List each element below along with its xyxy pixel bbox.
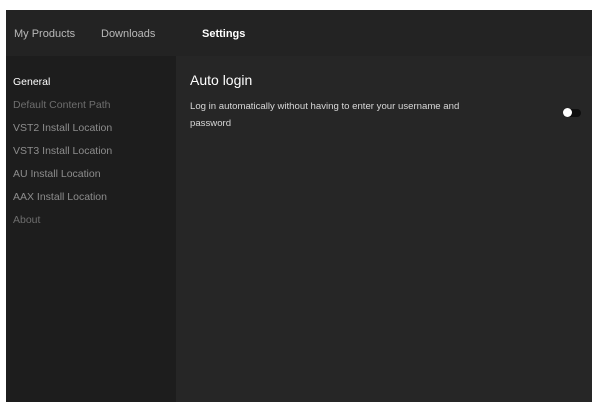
sidebar-item-about[interactable]: About	[13, 214, 40, 226]
sidebar-item-aax-install-location[interactable]: AAX Install Location	[13, 191, 107, 203]
tab-downloads[interactable]: Downloads	[101, 28, 155, 40]
sidebar-item-au-install-location[interactable]: AU Install Location	[13, 168, 101, 180]
sidebar-item-default-content-path[interactable]: Default Content Path	[13, 99, 110, 111]
sidebar-item-general[interactable]: General	[13, 76, 50, 88]
section-title: Auto login	[190, 72, 253, 88]
tab-settings[interactable]: Settings	[202, 28, 245, 40]
auto-login-description: Log in automatically without having to e…	[190, 101, 460, 129]
tab-my-products[interactable]: My Products	[14, 28, 75, 40]
sidebar-item-vst2-install-location[interactable]: VST2 Install Location	[13, 122, 112, 134]
sidebar-item-vst3-install-location[interactable]: VST3 Install Location	[13, 145, 112, 157]
top-navigation: My Products Downloads Settings	[6, 10, 592, 56]
app-window: My Products Downloads Settings General D…	[6, 10, 592, 402]
settings-content: Auto login Log in automatically without …	[190, 56, 592, 402]
auto-login-toggle[interactable]	[563, 108, 581, 117]
settings-sidebar: General Default Content Path VST2 Instal…	[6, 56, 176, 402]
toggle-knob	[563, 108, 572, 117]
